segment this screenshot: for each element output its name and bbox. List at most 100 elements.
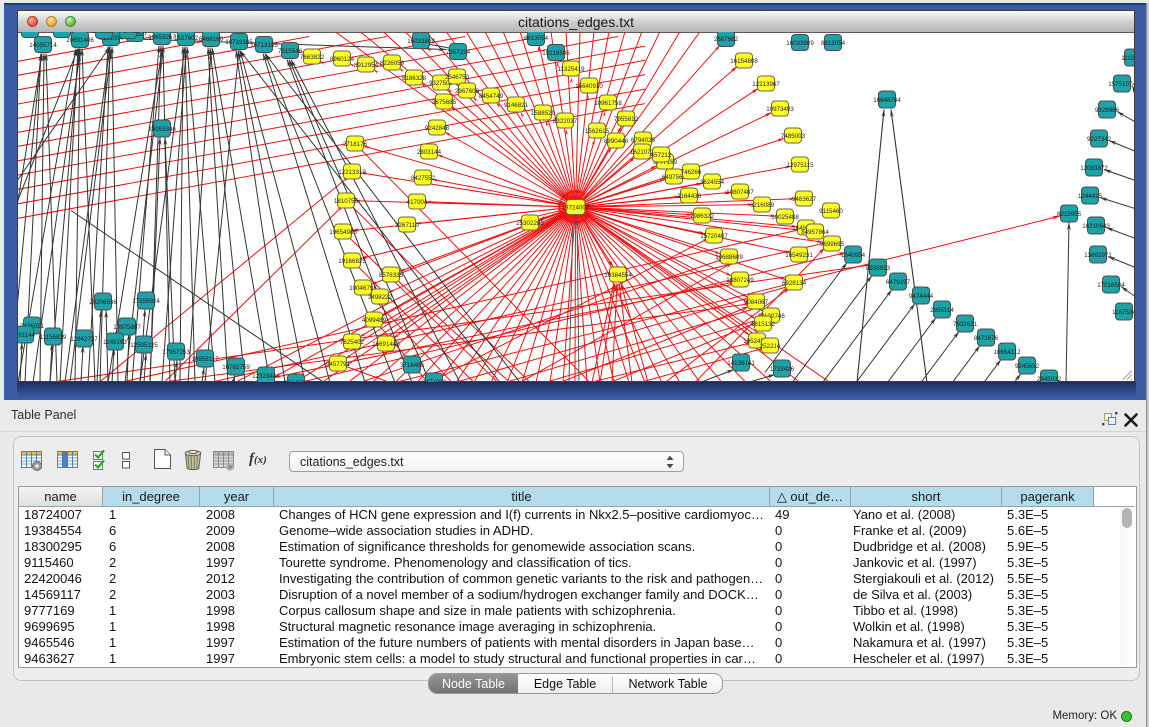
svg-text:3498222: 3498222 (368, 293, 393, 300)
svg-text:12213967: 12213967 (752, 80, 780, 87)
svg-text:3624554: 3624554 (700, 178, 725, 185)
svg-text:8578335: 8578335 (379, 271, 404, 278)
svg-text:2967608: 2967608 (455, 87, 480, 94)
svg-text:2405572: 2405572 (18, 32, 43, 34)
svg-text:16549231: 16549231 (785, 251, 813, 258)
svg-text:9245652: 9245652 (1015, 362, 1040, 369)
svg-text:7955812: 7955812 (614, 115, 639, 122)
svg-text:8215955: 8215955 (1057, 210, 1082, 217)
svg-text:8813054: 8813054 (821, 39, 846, 46)
svg-text:10807487: 10807487 (726, 188, 754, 195)
svg-text:20206536: 20206536 (89, 298, 117, 305)
svg-text:19384554: 19384554 (604, 271, 632, 278)
svg-text:19166825: 19166825 (338, 257, 366, 264)
svg-text:16713155: 16713155 (250, 41, 278, 48)
svg-text:391144: 391144 (18, 331, 36, 338)
svg-text:1065327: 1065327 (92, 32, 117, 35)
svg-text:10719185: 10719185 (225, 38, 253, 45)
svg-text:18724007: 18724007 (562, 204, 590, 211)
svg-text:14055714: 14055714 (29, 41, 57, 48)
svg-text:2935114: 2935114 (930, 306, 954, 313)
svg-text:1562615: 1562615 (585, 127, 610, 134)
svg-text:1244415: 1244415 (1078, 192, 1103, 199)
svg-text:1167534: 1167534 (1112, 308, 1134, 315)
svg-text:25302285: 25302285 (516, 219, 544, 226)
svg-text:1112905: 1112905 (1121, 54, 1134, 61)
svg-text:6794028: 6794028 (631, 136, 656, 143)
svg-text:9474444: 9474444 (909, 292, 934, 299)
svg-text:7632621: 7632621 (953, 320, 978, 327)
svg-text:19654985: 19654985 (329, 228, 357, 235)
svg-text:16154808: 16154808 (730, 57, 758, 64)
svg-text:9699695: 9699695 (820, 240, 845, 247)
svg-text:9234502: 9234502 (284, 379, 309, 381)
svg-text:17957253: 17957253 (162, 348, 190, 355)
svg-text:7663822: 7663822 (300, 53, 325, 60)
svg-text:10654112: 10654112 (993, 348, 1021, 355)
svg-text:1527602: 1527602 (174, 34, 199, 41)
svg-text:9329966: 9329966 (1095, 106, 1120, 113)
svg-text:16033809: 16033809 (407, 37, 435, 44)
svg-text:8454749: 8454749 (479, 92, 504, 99)
svg-text:1145193: 1145193 (103, 338, 127, 345)
svg-text:2546750: 2546750 (445, 73, 470, 80)
svg-text:16210643: 16210643 (1082, 222, 1110, 229)
svg-text:3675685: 3675685 (432, 98, 457, 105)
svg-text:18807249: 18807249 (726, 276, 754, 283)
svg-text:2687682: 2687682 (714, 35, 739, 42)
svg-text:1615132: 1615132 (751, 320, 776, 327)
svg-text:9457791: 9457791 (326, 360, 351, 367)
svg-text:15751074: 15751074 (1108, 80, 1134, 87)
svg-text:8912954: 8912954 (354, 61, 379, 68)
svg-text:8990448: 8990448 (604, 137, 629, 144)
svg-text:8471676: 8471676 (974, 334, 999, 341)
svg-text:7625402: 7625402 (340, 338, 365, 345)
svg-text:6216089: 6216089 (750, 201, 775, 208)
svg-text:16782759: 16782759 (222, 363, 250, 370)
svg-text:8131054: 8131054 (50, 32, 75, 34)
svg-text:7485003: 7485003 (781, 132, 806, 139)
svg-text:8322037: 8322037 (553, 117, 578, 124)
svg-text:19218506: 19218506 (542, 49, 570, 56)
svg-text:7357224: 7357224 (446, 48, 471, 55)
svg-text:8960124: 8960124 (330, 55, 355, 62)
svg-text:2803144: 2803144 (417, 148, 442, 155)
svg-text:12093872: 12093872 (1080, 164, 1108, 171)
svg-text:9084067: 9084067 (744, 298, 769, 305)
svg-text:84957864: 84957864 (801, 228, 829, 235)
svg-text:29053346: 29053346 (148, 125, 176, 132)
svg-text:2718176: 2718176 (343, 140, 368, 147)
svg-text:8427552: 8427552 (411, 174, 436, 181)
svg-text:1810755: 1810755 (334, 197, 359, 204)
svg-text:4099489: 4099489 (362, 316, 387, 323)
svg-text:12505125: 12505125 (130, 341, 158, 348)
svg-text:3716485: 3716485 (400, 361, 425, 368)
svg-text:6479197: 6479197 (886, 278, 911, 285)
svg-text:16648784: 16648784 (873, 96, 901, 103)
svg-text:11156829: 11156829 (40, 333, 67, 340)
svg-text:457212: 457212 (651, 151, 672, 158)
svg-text:16033809: 16033809 (786, 39, 814, 46)
svg-text:10653267: 10653267 (148, 33, 176, 40)
svg-text:6466160: 6466160 (199, 35, 224, 42)
svg-text:8471063: 8471063 (422, 378, 447, 381)
svg-text:11325419: 11325419 (557, 65, 585, 72)
svg-text:10975887: 10975887 (113, 323, 141, 330)
svg-text:2945032: 2945032 (1037, 375, 1062, 381)
svg-text:8813054: 8813054 (524, 34, 549, 41)
svg-text:12323446: 12323446 (252, 372, 280, 379)
svg-text:1588520: 1588520 (531, 109, 556, 116)
svg-text:8186328: 8186328 (402, 74, 427, 81)
svg-text:7515546: 7515546 (278, 47, 303, 54)
svg-text:15720407: 15720407 (700, 232, 728, 239)
svg-text:15640910: 15640910 (575, 82, 603, 89)
svg-text:7710653: 7710653 (116, 32, 141, 35)
svg-text:9463627: 9463627 (792, 195, 817, 202)
svg-text:12942737: 12942737 (70, 335, 98, 342)
svg-text:9115460: 9115460 (819, 207, 843, 214)
svg-text:17016504: 17016504 (1097, 281, 1125, 288)
svg-text:17359924: 17359924 (132, 297, 160, 304)
svg-text:9146821: 9146821 (504, 101, 529, 108)
svg-text:10961758: 10961758 (594, 99, 622, 106)
svg-text:10973493: 10973493 (766, 105, 794, 112)
